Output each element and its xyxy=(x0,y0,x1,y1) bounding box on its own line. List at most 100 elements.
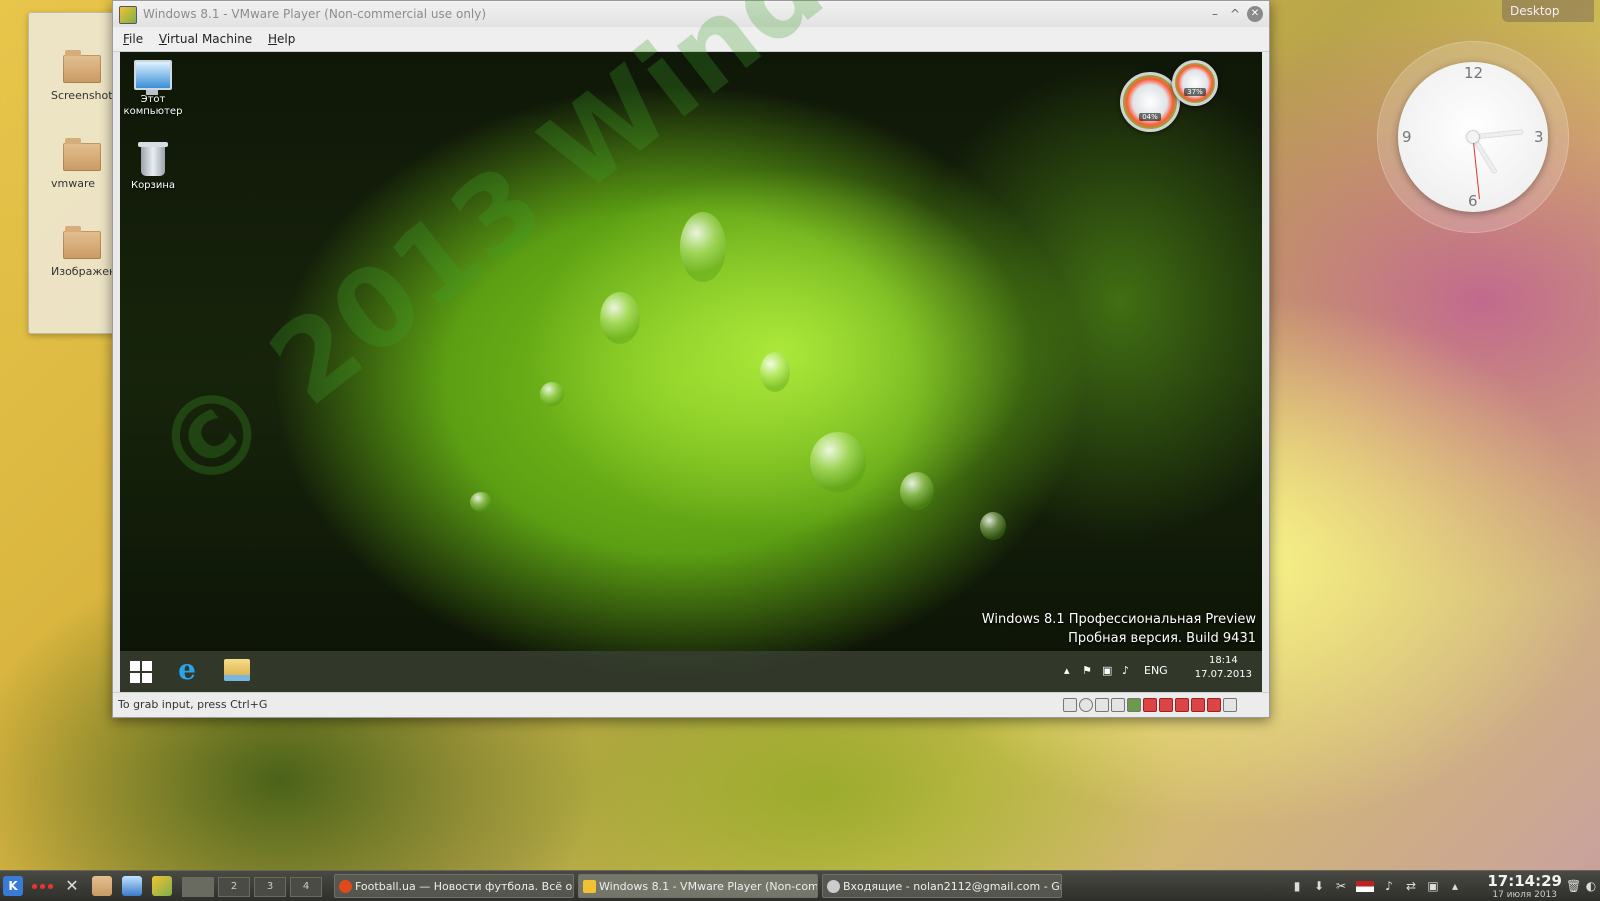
folder-icon xyxy=(63,50,101,83)
pager-desktop-4[interactable]: 4 xyxy=(290,877,322,897)
wallpaper-drop xyxy=(470,492,492,512)
menu-help[interactable]: Help xyxy=(268,27,295,51)
device-printer-icon[interactable] xyxy=(1111,698,1125,712)
windows-start-button[interactable] xyxy=(130,661,152,683)
device-usb-icon[interactable] xyxy=(1191,698,1205,712)
wallpaper-drop xyxy=(900,472,934,510)
task-label: Windows 8.1 - VMware Player (Non-comm xyxy=(599,880,818,893)
input-language-indicator[interactable]: ENG xyxy=(1144,664,1168,677)
task-label: Football.ua — Новости футбола. Всё о ф xyxy=(355,880,574,893)
clock-number-12: 12 xyxy=(1464,64,1484,82)
windows-logo-icon xyxy=(142,673,152,683)
guest-clock[interactable]: 18:14 17.07.2013 xyxy=(1195,654,1252,682)
file-explorer-icon[interactable] xyxy=(224,659,250,681)
firefox-icon xyxy=(339,880,352,893)
guest-icon-recycle-bin[interactable]: Корзина xyxy=(121,142,185,192)
windows-logo-icon xyxy=(130,661,140,671)
guest-clock-date: 17.07.2013 xyxy=(1194,669,1252,680)
download-icon[interactable]: ⬇ xyxy=(1312,879,1326,893)
web-browser-icon[interactable] xyxy=(122,876,142,896)
host-clock-time: 17:14:29 xyxy=(1487,872,1562,890)
vmware-app-icon[interactable] xyxy=(119,6,137,24)
guest-icon-label: Этот xyxy=(140,94,166,105)
volume-icon[interactable]: ♪ xyxy=(1122,664,1129,677)
vmware-launcher-icon[interactable] xyxy=(152,876,172,896)
computer-icon xyxy=(134,60,172,95)
guest-icon-label: Корзина xyxy=(130,180,176,191)
cpu-gauge-gadget[interactable]: 04% xyxy=(1120,72,1180,132)
analog-clock-widget[interactable]: 12 3 6 9 xyxy=(1398,62,1548,212)
guest-taskbar: e ▴ ⚑ ▣ ♪ ENG 18:14 17.07.2013 xyxy=(120,651,1262,692)
device-search-icon[interactable] xyxy=(1095,698,1109,712)
device-usb-icon[interactable] xyxy=(1143,698,1157,712)
us-flag-keyboard-icon[interactable] xyxy=(1356,881,1374,892)
grab-input-hint: To grab input, press Ctrl+G xyxy=(118,698,268,711)
clock-number-6: 6 xyxy=(1468,192,1478,210)
device-sound-icon[interactable] xyxy=(1207,698,1221,712)
desktop-folder-view: Screenshots vmware Изображения xyxy=(28,12,123,334)
device-cdrom-icon[interactable] xyxy=(1079,698,1093,712)
minimize-button[interactable]: – xyxy=(1207,6,1223,22)
window-titlebar[interactable]: Windows 8.1 - VMware Player (Non-commerc… xyxy=(113,1,1269,27)
pager-desktop-2[interactable]: 2 xyxy=(218,877,250,897)
wallpaper-drop xyxy=(760,352,790,392)
wallpaper-drop xyxy=(540,382,564,406)
desktop-activity-tab[interactable]: Desktop xyxy=(1502,0,1594,22)
status-bar: To grab input, press Ctrl+G xyxy=(113,692,1269,717)
trash-icon[interactable]: 🗑 xyxy=(1566,879,1581,893)
wallpaper-drop xyxy=(680,212,726,282)
task-button-football[interactable]: Football.ua — Новости футбола. Всё о ф xyxy=(334,874,574,898)
folder-icon xyxy=(63,226,101,259)
pager-desktop-3[interactable]: 3 xyxy=(254,877,286,897)
tools-icon[interactable]: ✕ xyxy=(62,876,82,896)
tray-overflow-chevron-icon[interactable]: ▴ xyxy=(1064,664,1070,677)
task-button-vmware[interactable]: Windows 8.1 - VMware Player (Non-comm xyxy=(578,874,818,898)
guest-icon-this-pc[interactable]: Этот компьютер xyxy=(121,60,185,118)
cashew-icon[interactable]: ◐ xyxy=(1584,879,1598,893)
menu-virtual-machine[interactable]: Virtual Machine xyxy=(159,27,252,51)
recycle-bin-icon xyxy=(138,142,168,176)
ram-gauge-value: 37% xyxy=(1184,88,1206,96)
maximize-button[interactable]: ^ xyxy=(1227,6,1243,22)
browser-icon xyxy=(827,880,840,893)
folder-icon xyxy=(63,138,101,171)
internet-explorer-icon[interactable]: e xyxy=(172,655,202,685)
guest-screen[interactable]: Этот компьютер Корзина 04% 37% Windows 8… xyxy=(120,52,1262,692)
device-network-icon[interactable] xyxy=(1127,698,1141,712)
close-icon: ✕ xyxy=(1250,8,1260,19)
device-floppy-icon[interactable] xyxy=(1063,698,1077,712)
volume-icon[interactable]: ♪ xyxy=(1382,879,1396,893)
network-icon[interactable]: ⇄ xyxy=(1404,879,1418,893)
wallpaper-drop xyxy=(980,512,1006,540)
kde-launcher-icon[interactable]: K xyxy=(3,876,23,896)
dots-menu-icon[interactable] xyxy=(30,876,56,896)
window-title: Windows 8.1 - VMware Player (Non-commerc… xyxy=(143,7,487,21)
wallpaper-drop xyxy=(810,432,866,492)
task-button-gmail[interactable]: Входящие - nolan2112@gmail.com - Gr xyxy=(822,874,1062,898)
device-usb-icon[interactable] xyxy=(1159,698,1173,712)
device-usb-icon[interactable] xyxy=(1175,698,1189,712)
ram-gauge-gadget[interactable]: 37% xyxy=(1172,60,1218,106)
close-button[interactable]: ✕ xyxy=(1247,6,1263,22)
host-taskbar: K ✕ 2 3 4 Football.ua — Новости футбола.… xyxy=(0,870,1600,901)
task-label: Входящие - nolan2112@gmail.com - Gr xyxy=(843,880,1062,893)
scissors-icon[interactable]: ✂ xyxy=(1334,879,1348,893)
cpu-gauge-value: 04% xyxy=(1139,113,1161,121)
vmware-player-window: Windows 8.1 - VMware Player (Non-commerc… xyxy=(112,0,1270,718)
wallpaper-drop xyxy=(600,292,640,344)
action-center-flag-icon[interactable]: ⚑ xyxy=(1082,664,1092,677)
clock-minute-hand xyxy=(1472,129,1523,139)
minimize-icon: – xyxy=(1212,7,1218,21)
network-icon[interactable]: ▣ xyxy=(1102,664,1112,677)
battery-icon[interactable]: ▣ xyxy=(1426,879,1440,893)
device-message-icon[interactable] xyxy=(1223,698,1237,712)
pager-desktop-1[interactable] xyxy=(182,877,214,897)
file-manager-icon[interactable] xyxy=(92,876,112,896)
host-digital-clock[interactable]: 17:14:29 17 июля 2013 xyxy=(1487,872,1562,900)
tray-expand-icon[interactable]: ▴ xyxy=(1448,879,1462,893)
guest-icon-label: компьютер xyxy=(123,106,183,117)
menu-file[interactable]: File xyxy=(123,27,143,51)
clock-center-cap xyxy=(1467,131,1479,143)
host-clock-date: 17 июля 2013 xyxy=(1492,890,1558,900)
clipboard-icon[interactable]: ▮ xyxy=(1290,879,1304,893)
